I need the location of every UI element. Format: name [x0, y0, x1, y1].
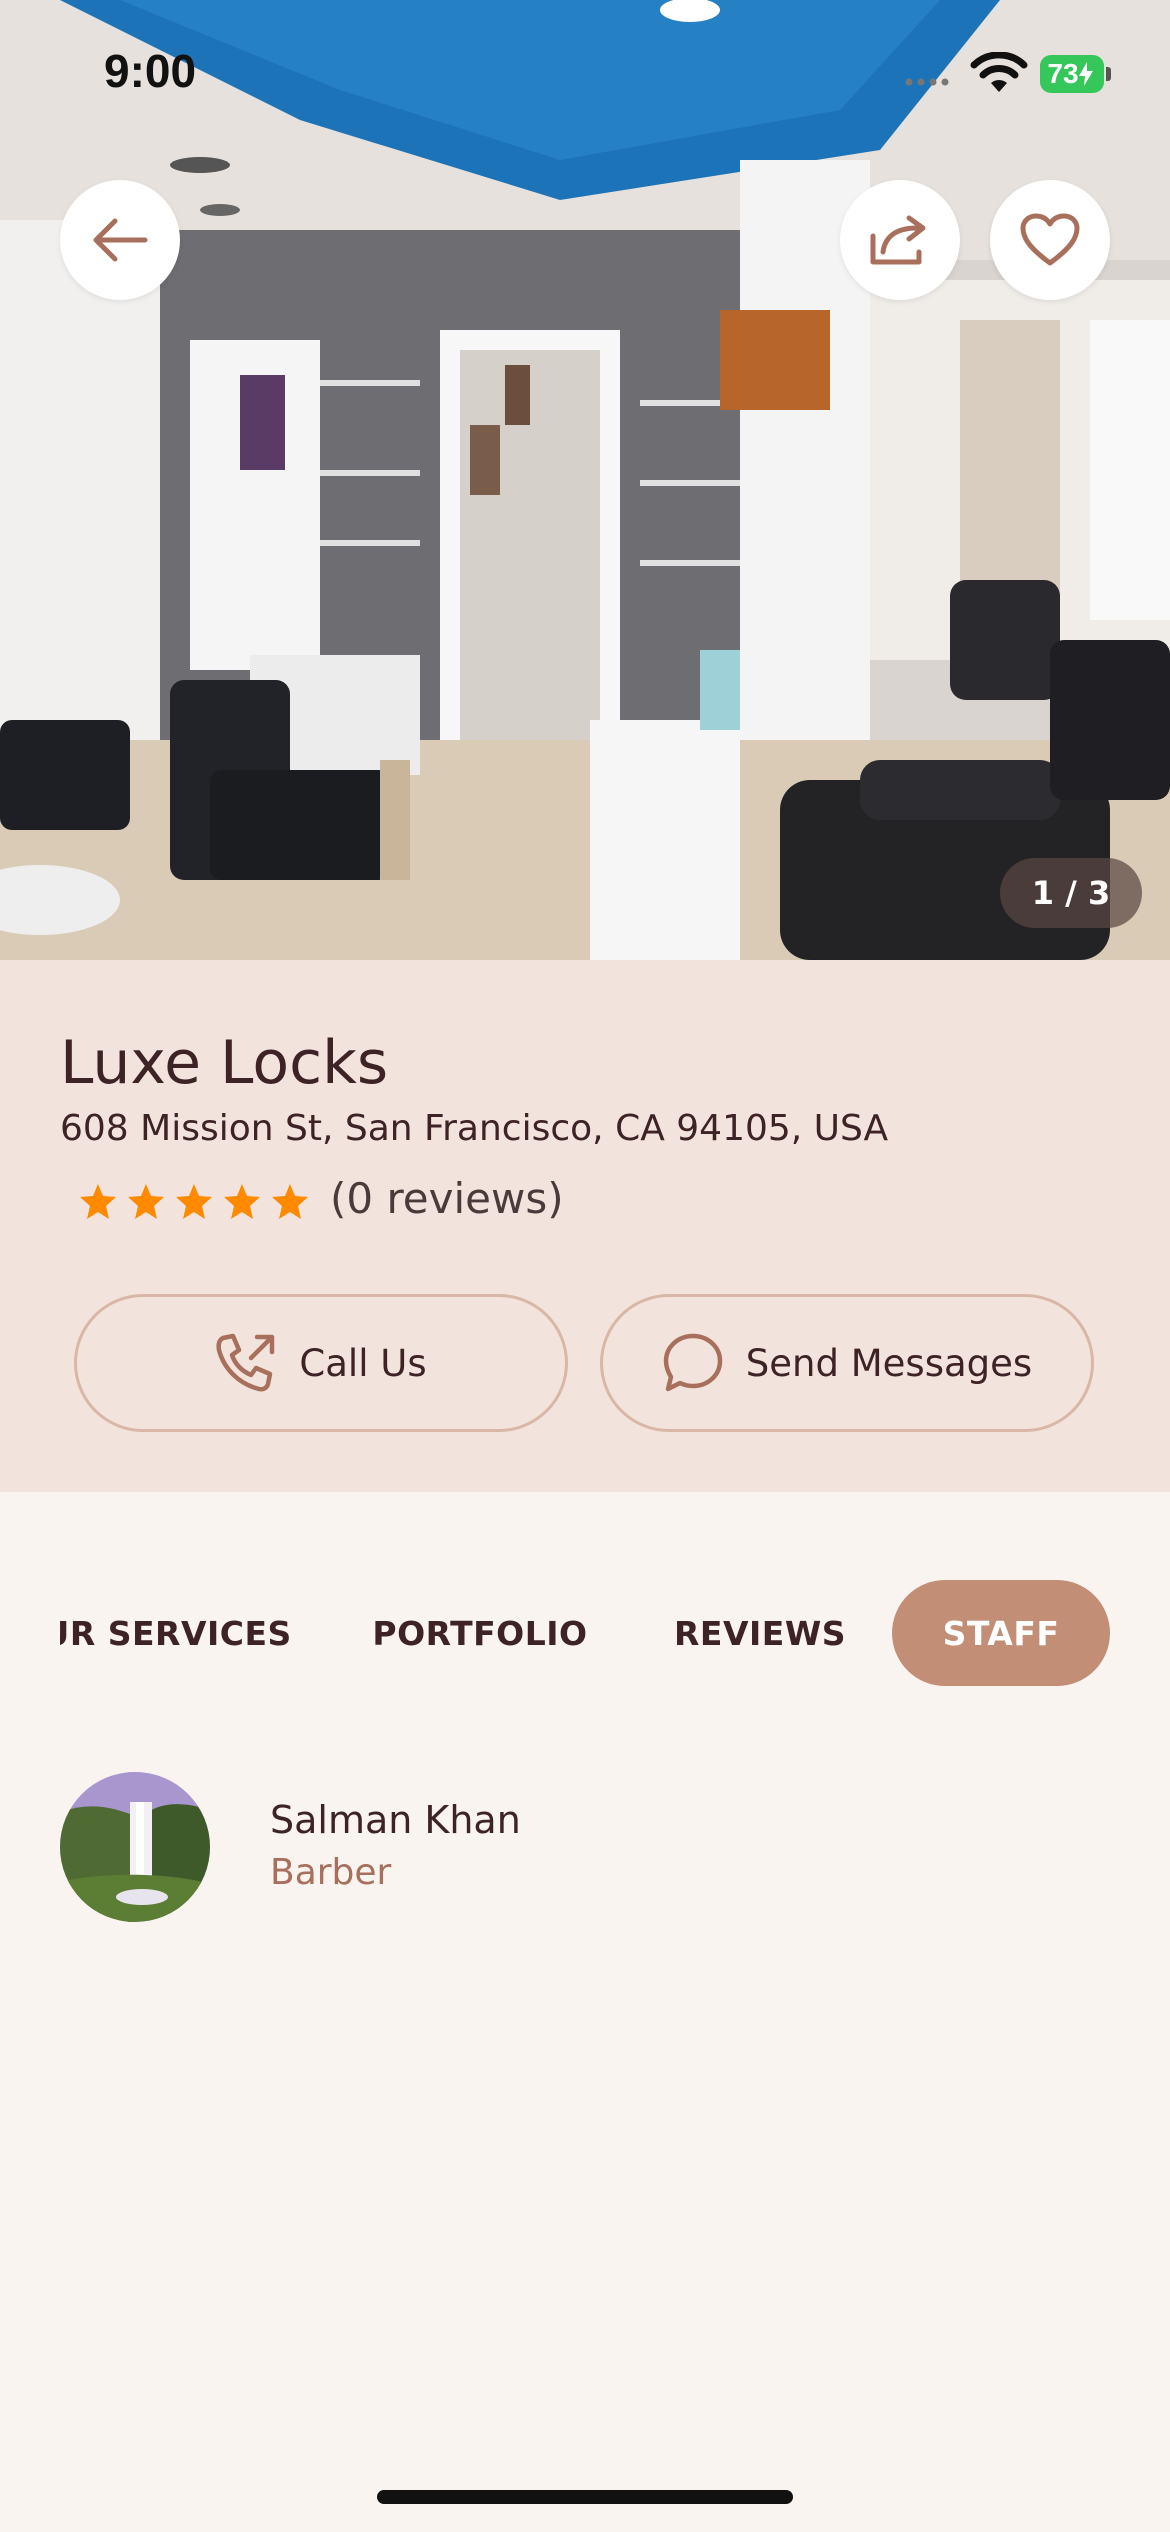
- heart-icon: [1020, 213, 1080, 266]
- back-button[interactable]: [60, 180, 180, 300]
- send-messages-label: Send Messages: [745, 1341, 1033, 1385]
- battery-indicator: 73: [1040, 55, 1104, 93]
- tab-our-services-label: OUR SERVICES: [60, 1613, 292, 1653]
- salon-photo-carousel[interactable]: 9:00 73 1 / 3: [0, 0, 1170, 960]
- favorite-button[interactable]: [990, 180, 1110, 300]
- battery-level: 73: [1047, 58, 1079, 89]
- star-icon: [128, 1184, 164, 1219]
- salon-name: Luxe Locks: [60, 1028, 389, 1098]
- tab-staff[interactable]: STAFF: [892, 1580, 1110, 1686]
- tab-reviews[interactable]: REVIEWS: [668, 1580, 852, 1686]
- staff-name: Salman Khan: [270, 1798, 521, 1842]
- send-messages-button[interactable]: Send Messages: [600, 1294, 1094, 1432]
- waterfall-avatar-image: [60, 1772, 210, 1922]
- share-button[interactable]: [840, 180, 960, 300]
- home-indicator[interactable]: [377, 2490, 793, 2504]
- tab-portfolio[interactable]: PORTFOLIO: [370, 1580, 590, 1686]
- chat-bubble-icon: [663, 1333, 723, 1392]
- call-us-button[interactable]: Call Us: [74, 1294, 568, 1432]
- salon-info-section: Luxe Locks 608 Mission St, San Francisco…: [0, 960, 1170, 1492]
- battery-cap: [1106, 67, 1111, 81]
- arrow-left-icon: [93, 218, 148, 262]
- status-bar: 9:00 73: [0, 0, 1170, 150]
- star-icon: [224, 1184, 260, 1219]
- charging-bolt-icon: [1078, 62, 1093, 86]
- status-time: 9:00: [104, 45, 197, 97]
- staff-list-item[interactable]: Salman Khan Barber: [60, 1772, 1110, 1922]
- staff-avatar: [60, 1772, 210, 1922]
- image-counter: 1 / 3: [1000, 858, 1142, 928]
- star-icon: [272, 1184, 308, 1219]
- star-icon: [80, 1184, 116, 1219]
- review-count[interactable]: (0 reviews): [330, 1174, 564, 1223]
- salon-address: 608 Mission St, San Francisco, CA 94105,…: [60, 1108, 889, 1149]
- tab-our-services[interactable]: OUR SERVICES: [60, 1580, 300, 1686]
- phone-icon: [216, 1333, 275, 1392]
- signal-dots-icon: [905, 78, 949, 86]
- star-icon: [176, 1184, 212, 1219]
- share-icon: [870, 215, 926, 265]
- section-tabs: OUR SERVICES PORTFOLIO REVIEWS STAFF: [0, 1580, 1170, 1690]
- wifi-icon: [970, 52, 1028, 92]
- call-us-label: Call Us: [299, 1341, 427, 1385]
- star-rating: [78, 1182, 310, 1222]
- staff-role: Barber: [270, 1852, 392, 1893]
